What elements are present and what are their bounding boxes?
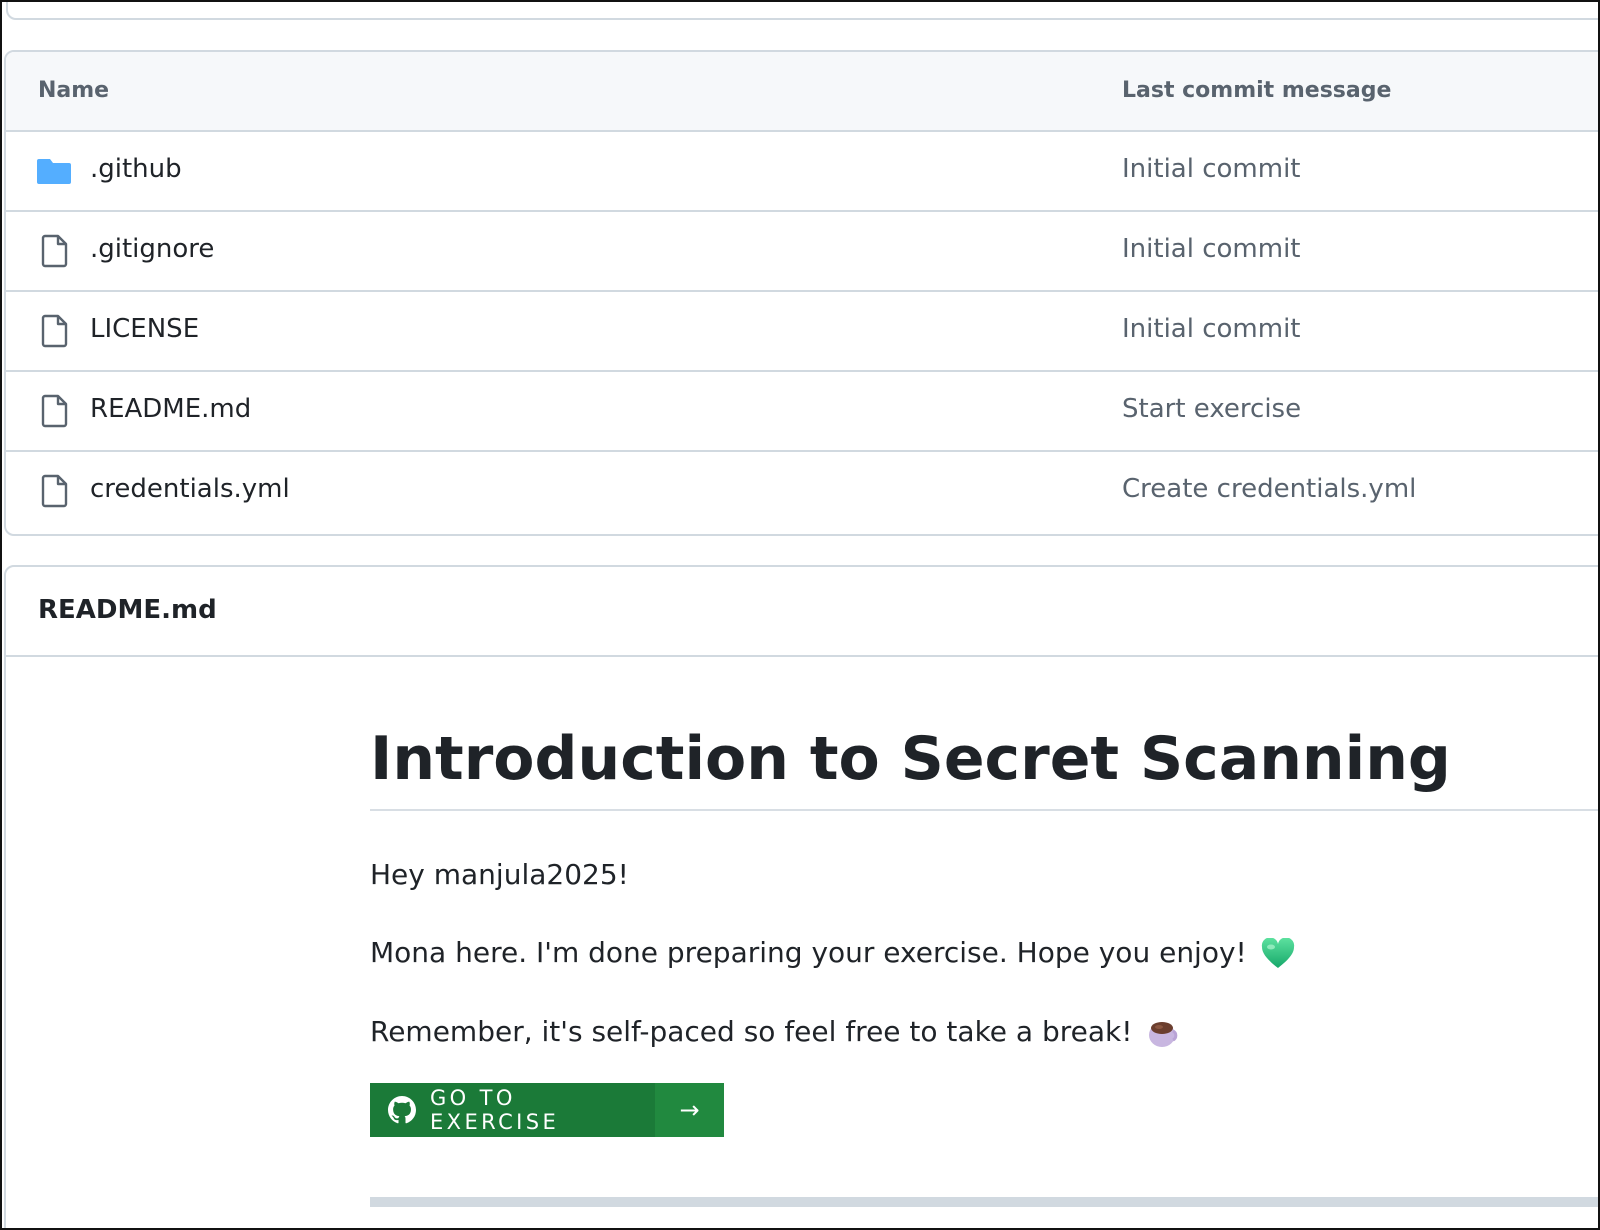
github-icon: [388, 1096, 416, 1124]
top-panel-edge: [6, 2, 1598, 20]
page-frame: Name Last commit message .github Initial…: [0, 0, 1600, 1230]
coffee-icon: [1149, 1022, 1178, 1047]
commit-message-link[interactable]: Initial commit: [1122, 234, 1300, 264]
paragraph-text: Remember, it's self-paced so feel free t…: [370, 1015, 1133, 1048]
readme-paragraph: Remember, it's self-paced so feel free t…: [370, 1012, 1180, 1052]
folder-icon: [37, 159, 71, 184]
column-header-last-commit-message: Last commit message: [1122, 78, 1392, 103]
commit-message-link[interactable]: Start exercise: [1122, 394, 1301, 424]
go-to-exercise-button[interactable]: GO TO EXERCISE →: [370, 1083, 724, 1137]
file-icon: [41, 234, 68, 268]
go-to-exercise-label-area[interactable]: GO TO EXERCISE: [370, 1083, 655, 1137]
green-heart-icon: [1261, 938, 1294, 968]
file-link[interactable]: README.md: [90, 394, 251, 424]
readme-header: README.md: [6, 567, 1598, 657]
commit-message-link[interactable]: Create credentials.yml: [1122, 474, 1416, 504]
arrow-right-icon[interactable]: →: [655, 1083, 724, 1137]
file-link[interactable]: LICENSE: [90, 314, 199, 344]
file-table-header: Name Last commit message: [6, 52, 1598, 132]
file-icon: [41, 314, 68, 348]
table-row[interactable]: .github Initial commit: [6, 132, 1598, 212]
section-divider: [370, 1197, 1598, 1207]
readme-greeting: Hey manjula2025!: [370, 855, 629, 895]
file-icon: [41, 394, 68, 428]
file-link[interactable]: credentials.yml: [90, 474, 290, 504]
readme-paragraph: Mona here. I'm done preparing your exerc…: [370, 933, 1295, 973]
file-table: Name Last commit message .github Initial…: [4, 50, 1598, 536]
file-icon: [41, 474, 68, 508]
readme-filename[interactable]: README.md: [38, 595, 217, 625]
greeting-text: Hey manjula2025!: [370, 858, 629, 891]
table-row[interactable]: .gitignore Initial commit: [6, 212, 1598, 292]
readme-panel: README.md Introduction to Secret Scannin…: [4, 565, 1598, 1228]
readme-heading: Introduction to Secret Scanning: [370, 657, 1598, 811]
readme-content: Introduction to Secret Scanning Hey manj…: [370, 657, 1598, 1207]
commit-message-link[interactable]: Initial commit: [1122, 154, 1300, 184]
file-link[interactable]: .github: [90, 154, 182, 184]
button-label: GO TO EXERCISE: [430, 1086, 560, 1134]
column-header-name: Name: [38, 78, 110, 103]
file-link[interactable]: .gitignore: [90, 234, 214, 264]
table-row[interactable]: LICENSE Initial commit: [6, 292, 1598, 372]
commit-message-link[interactable]: Initial commit: [1122, 314, 1300, 344]
paragraph-text: Mona here. I'm done preparing your exerc…: [370, 936, 1247, 969]
table-row[interactable]: README.md Start exercise: [6, 372, 1598, 452]
table-row[interactable]: credentials.yml Create credentials.yml: [6, 452, 1598, 530]
